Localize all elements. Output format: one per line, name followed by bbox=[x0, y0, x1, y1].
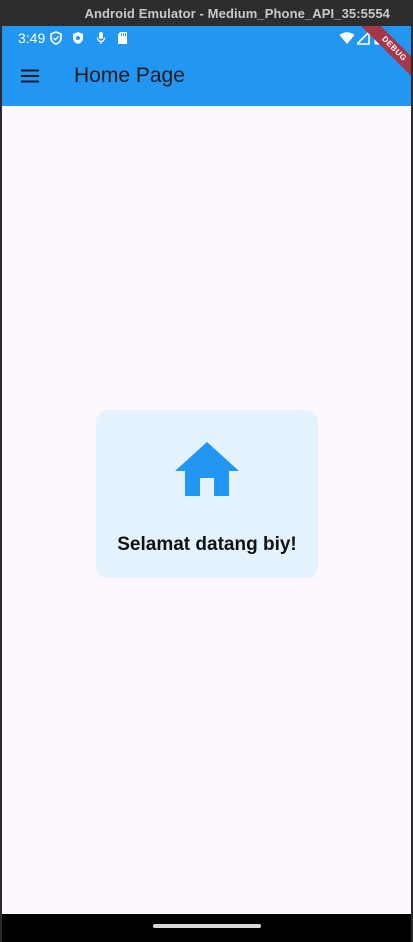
emulator-window: Android Emulator - Medium_Phone_API_35:5… bbox=[0, 0, 413, 942]
emulator-titlebar: Android Emulator - Medium_Phone_API_35:5… bbox=[0, 0, 413, 26]
menu-icon bbox=[20, 68, 40, 89]
home-icon bbox=[174, 440, 240, 498]
page-title: Home Page bbox=[74, 64, 185, 87]
app-bar: Home Page bbox=[2, 50, 411, 106]
navigation-bar bbox=[2, 914, 411, 942]
status-bar: 3:49 bbox=[2, 26, 411, 50]
welcome-card: Selamat datang biy! bbox=[96, 410, 318, 578]
phone-screen: 3:49 Home Page DEBUG Selamat datang biy! bbox=[2, 26, 411, 914]
menu-button[interactable] bbox=[10, 54, 50, 102]
window-title: Android Emulator - Medium_Phone_API_35:5… bbox=[84, 5, 390, 21]
mic-icon bbox=[96, 31, 106, 50]
sd-card-icon bbox=[117, 31, 128, 50]
status-time: 3:49 bbox=[18, 30, 46, 46]
welcome-message: Selamat datang biy! bbox=[117, 534, 297, 555]
wifi-icon bbox=[339, 31, 355, 50]
home-gesture-handle[interactable] bbox=[153, 924, 261, 928]
shield-outline-icon bbox=[50, 31, 62, 50]
shield-filled-icon bbox=[72, 31, 84, 50]
